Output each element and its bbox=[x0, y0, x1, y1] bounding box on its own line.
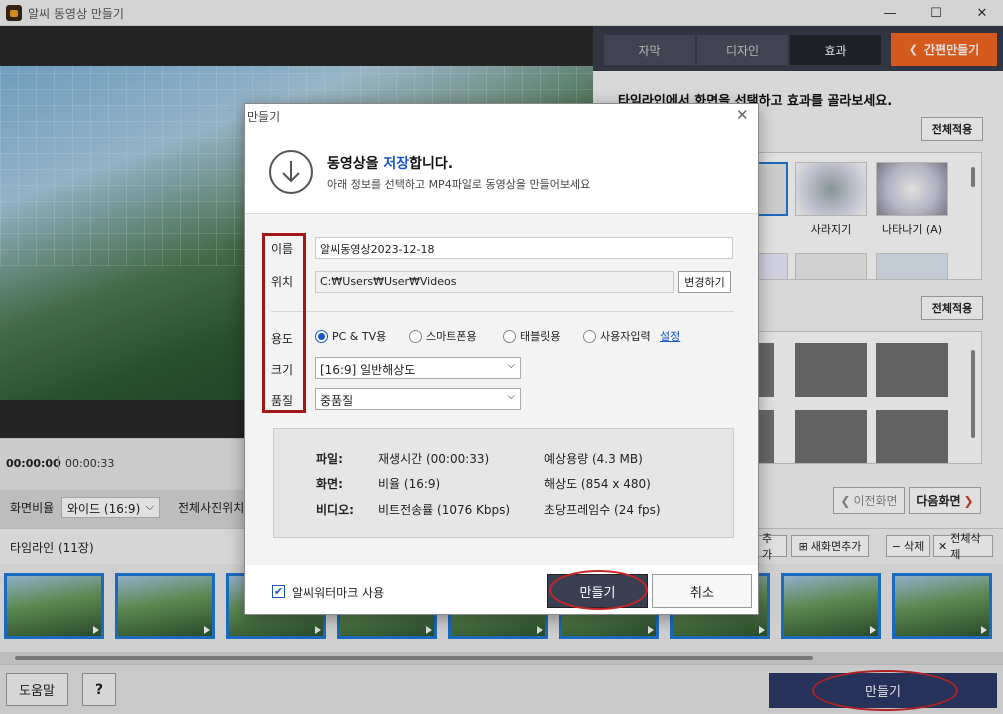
dialog-cancel-button[interactable]: 취소 bbox=[652, 574, 752, 608]
size-select[interactable]: [16:9] 일반해상도 ⌵ bbox=[315, 357, 521, 379]
info-ratio: 비율 (16:9) bbox=[378, 477, 441, 491]
option-label: PC & TV용 bbox=[332, 330, 387, 343]
dialog-title: 만들기 bbox=[247, 110, 281, 124]
heading-suffix: 합니다. bbox=[409, 156, 454, 172]
check-icon: ✔ bbox=[273, 585, 284, 598]
name-input[interactable]: 알씨동영상2023-12-18 bbox=[315, 237, 733, 259]
heading-highlight: 저장 bbox=[383, 156, 410, 172]
location-input[interactable]: C:₩Users₩User₩Videos bbox=[315, 271, 674, 293]
download-icon bbox=[269, 150, 313, 194]
quality-select[interactable]: 중품질 ⌵ bbox=[315, 388, 521, 410]
purpose-option-smartphone[interactable]: 스마트폰용 bbox=[409, 328, 477, 344]
option-label: 사용자입력 bbox=[600, 330, 651, 343]
info-fps: 초당프레임수 (24 fps) bbox=[544, 503, 661, 517]
option-label: 스마트폰용 bbox=[426, 330, 477, 343]
info-bitrate: 비트전송률 (1076 Kbps) bbox=[378, 503, 511, 517]
dialog-heading: 동영상을 저장합니다. bbox=[327, 153, 453, 173]
size-value: [16:9] 일반해상도 bbox=[320, 363, 416, 377]
purpose-option-tablet[interactable]: 태블릿용 bbox=[503, 328, 560, 344]
annotation-box bbox=[262, 233, 306, 413]
chevron-down-icon: ⌵ bbox=[507, 360, 515, 371]
heading-prefix: 동영상을 bbox=[327, 156, 384, 172]
info-est-size: 예상용량 (4.3 MB) bbox=[544, 452, 643, 466]
radio-icon bbox=[503, 329, 516, 343]
option-label: 태블릿용 bbox=[520, 330, 561, 343]
purpose-option-pc-tv[interactable]: PC & TV용 bbox=[315, 328, 386, 344]
annotation-ellipse bbox=[549, 570, 648, 610]
dialog-close-button[interactable]: ✕ bbox=[736, 106, 749, 124]
radio-icon bbox=[315, 329, 328, 343]
settings-link[interactable]: 설정 bbox=[660, 328, 680, 344]
dialog-subheading: 아래 정보를 선택하고 MP4파일로 동영상을 만들어보세요 bbox=[327, 178, 591, 191]
radio-icon bbox=[409, 329, 422, 343]
divider bbox=[271, 311, 734, 312]
info-file-key: 파일: bbox=[316, 452, 343, 466]
info-play-time: 재생시간 (00:00:33) bbox=[378, 452, 490, 466]
watermark-checkbox[interactable]: ✔ bbox=[272, 585, 285, 598]
radio-icon bbox=[583, 329, 596, 343]
chevron-down-icon: ⌵ bbox=[507, 391, 515, 402]
watermark-label: 알씨워터마크 사용 bbox=[292, 586, 385, 600]
quality-value: 중품질 bbox=[320, 394, 354, 408]
purpose-option-custom[interactable]: 사용자입력 bbox=[583, 328, 651, 344]
info-screen-key: 화면: bbox=[316, 477, 343, 491]
change-location-button[interactable]: 변경하기 bbox=[678, 271, 731, 293]
info-video-key: 비디오: bbox=[316, 503, 354, 517]
info-resolution: 해상도 (854 x 480) bbox=[544, 477, 651, 491]
